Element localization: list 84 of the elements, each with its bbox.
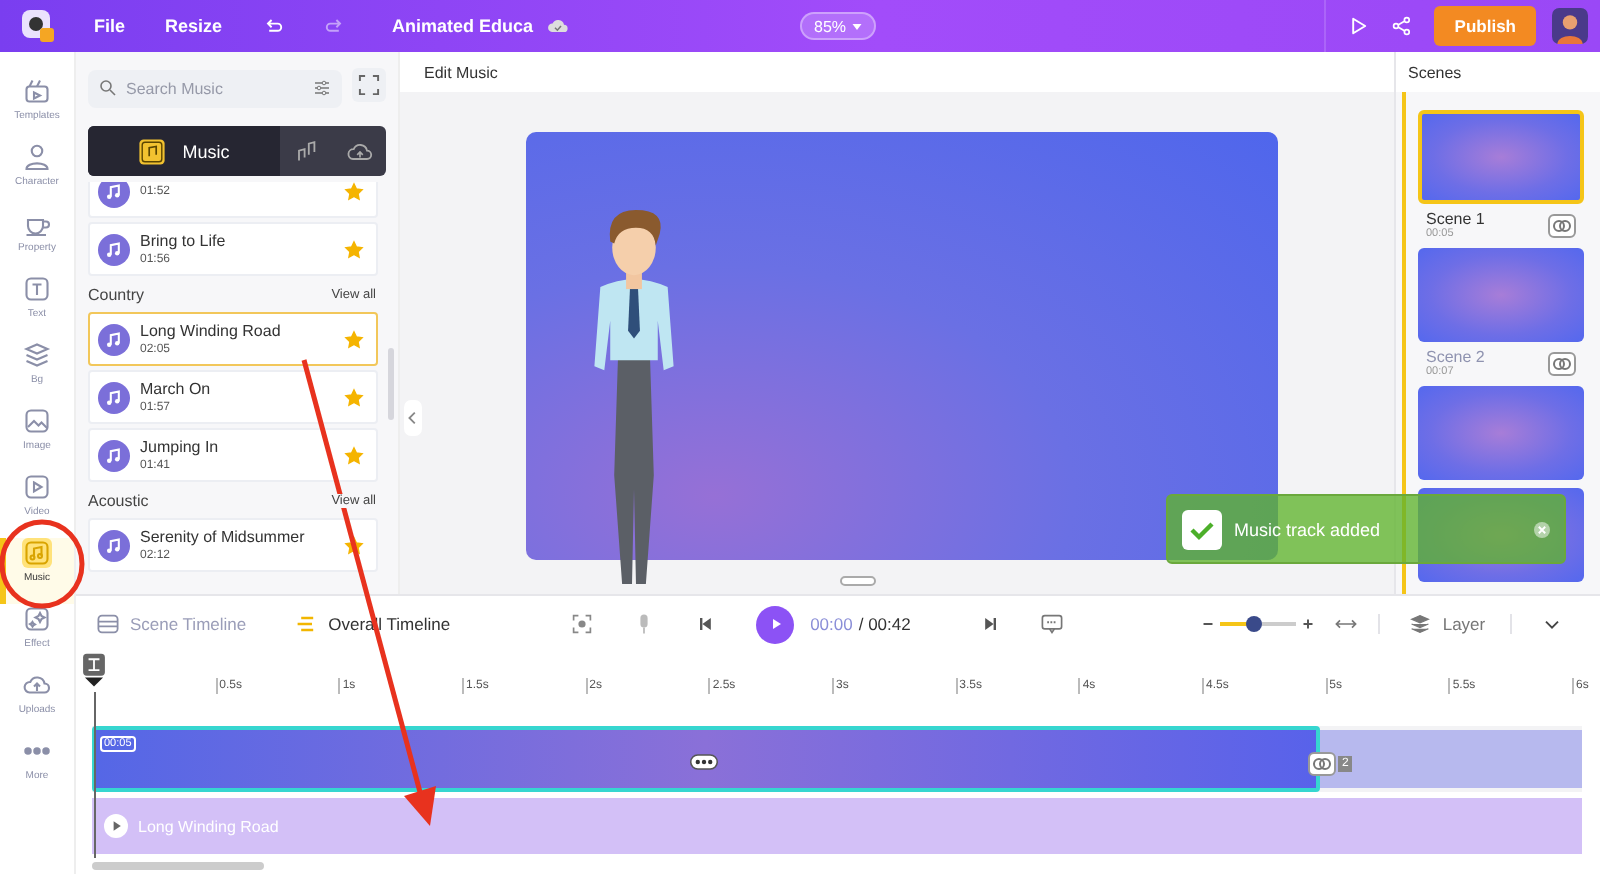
scrollbar[interactable]	[92, 862, 264, 870]
section-title: Country	[88, 286, 145, 304]
cloud-check-icon	[545, 14, 570, 38]
total-time: / 00:42	[858, 614, 911, 634]
play-button[interactable]	[756, 605, 795, 643]
image-icon	[22, 406, 52, 436]
undo-icon[interactable]	[262, 14, 287, 38]
text-icon	[22, 274, 52, 304]
search-icon	[98, 77, 118, 97]
music-icon	[138, 137, 167, 165]
music-notes-icon	[292, 137, 321, 165]
share-icon[interactable]	[1390, 14, 1415, 38]
sparkle-icon	[22, 604, 52, 634]
scene-thumbnail[interactable]	[1418, 248, 1584, 342]
publish-button[interactable]: Publish	[1434, 6, 1536, 46]
scene-thumbnail[interactable]	[1418, 386, 1584, 480]
category-tab[interactable]: Music	[88, 126, 280, 176]
scene-name: Scene 2	[1426, 348, 1485, 366]
redo-icon[interactable]	[322, 14, 347, 38]
caret-icon	[852, 23, 863, 30]
play-icon[interactable]	[1346, 14, 1371, 38]
layer-button[interactable]: Layer	[1408, 612, 1486, 636]
track-title: Long Winding Road	[140, 322, 283, 340]
scene-canvas[interactable]	[526, 132, 1278, 560]
star-icon[interactable]	[344, 387, 364, 407]
zoom-in-icon[interactable]	[1302, 618, 1315, 630]
music-note-icon	[98, 381, 130, 413]
track-title: Jumping In	[140, 438, 221, 456]
star-icon[interactable]	[344, 535, 364, 555]
close-icon[interactable]	[1534, 521, 1550, 537]
timeline-icon	[96, 612, 120, 636]
star-icon[interactable]	[344, 239, 364, 259]
menu-button[interactable]: Resize	[165, 16, 223, 36]
caption-icon[interactable]	[1040, 612, 1065, 636]
person-icon	[22, 142, 52, 172]
collapse-handle-icon[interactable]	[404, 400, 422, 436]
play-icon	[22, 472, 52, 502]
search-field[interactable]: Search Music	[88, 70, 342, 108]
music-note-icon	[98, 182, 130, 207]
music-note-icon	[98, 529, 130, 561]
star-icon[interactable]	[344, 329, 364, 349]
layers-icon	[22, 340, 52, 370]
zoom-dropdown[interactable]: 85%	[800, 12, 877, 40]
app-logo-icon	[18, 6, 58, 46]
more-icon[interactable]	[690, 754, 718, 770]
film-icon	[22, 76, 52, 106]
play-icon[interactable]	[104, 814, 128, 838]
resize-handle-icon[interactable]	[840, 576, 876, 586]
scrollbar[interactable]	[388, 348, 394, 420]
current-time: 00:00	[810, 614, 853, 634]
filter-icon[interactable]	[312, 77, 332, 97]
expand-icon[interactable]	[352, 68, 386, 102]
music-note-icon	[98, 233, 130, 265]
screen-record-icon[interactable]	[570, 612, 595, 636]
track-title: March On	[140, 380, 213, 398]
menu-button[interactable]: File	[94, 16, 126, 36]
music-note-icon	[98, 439, 130, 471]
next-scene-clip[interactable]	[1320, 730, 1582, 788]
panel-title: Edit Music	[424, 63, 498, 81]
clip-title: Long Winding Road	[138, 817, 279, 835]
project-title[interactable]: Animated Educa	[392, 16, 534, 36]
transition-icon[interactable]	[1308, 752, 1336, 776]
layers-icon	[1408, 612, 1433, 636]
scene-name: Scene 1	[1426, 210, 1485, 228]
cloud-upload-icon	[22, 670, 52, 700]
zoom-out-icon[interactable]	[1202, 618, 1215, 630]
track-title: Bring to Life	[140, 232, 228, 250]
star-icon[interactable]	[344, 182, 364, 201]
scene-thumbnail[interactable]	[1418, 110, 1584, 204]
music-note-icon	[98, 323, 130, 355]
section-title: Acoustic	[88, 492, 149, 510]
timeline-bars-icon	[294, 612, 319, 636]
track-title: Serenity of Midsummer	[140, 528, 307, 546]
timeline-tab[interactable]: Scene Timeline	[96, 612, 247, 636]
toast-message: Music track added	[1234, 519, 1383, 539]
panel-title: Scenes	[1408, 63, 1462, 81]
star-icon[interactable]	[344, 445, 364, 465]
transition-icon[interactable]	[1548, 213, 1576, 237]
checkmark-icon	[1182, 509, 1222, 549]
music-icon	[22, 538, 52, 568]
playhead-handle-icon[interactable]	[80, 652, 108, 692]
transition-icon[interactable]	[1548, 351, 1576, 375]
avatar-icon[interactable]	[1552, 8, 1588, 44]
slider-thumb[interactable]	[1246, 616, 1263, 632]
